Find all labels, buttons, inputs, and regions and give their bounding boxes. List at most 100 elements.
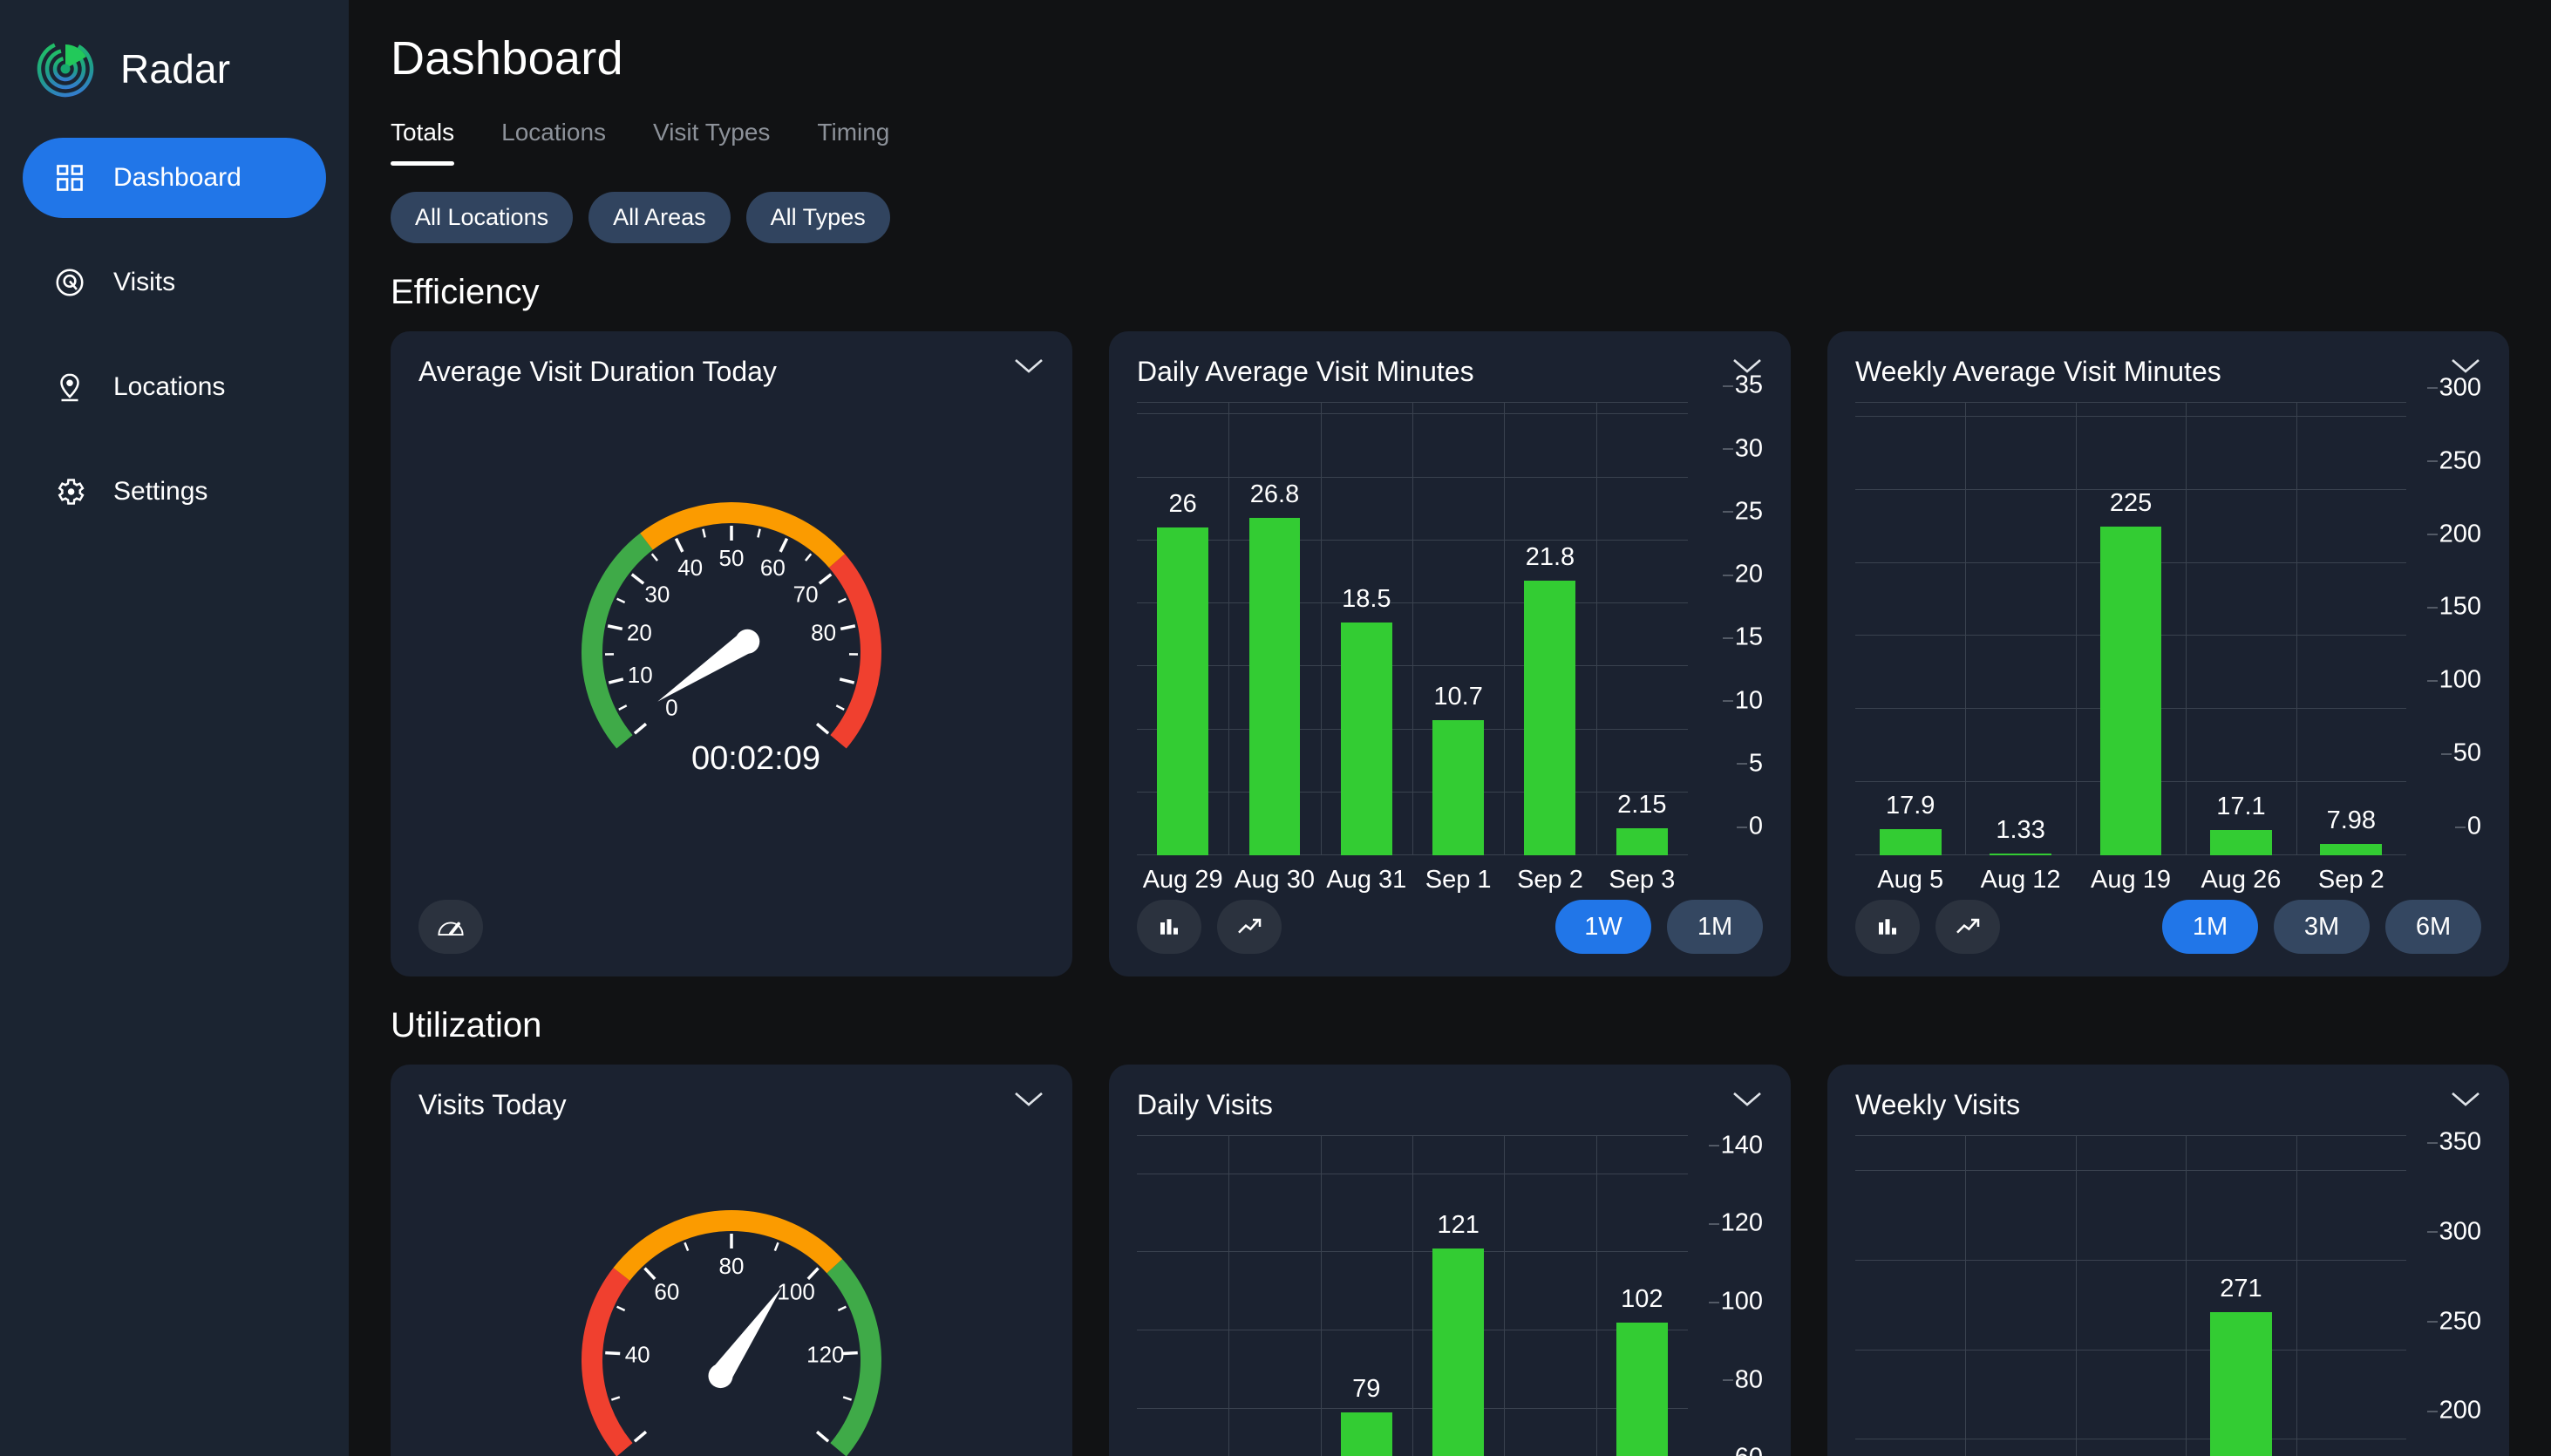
section-title-efficiency: Efficiency	[391, 273, 540, 311]
bar-group: 271 145	[1855, 1135, 2406, 1456]
bar[interactable]	[1990, 853, 2051, 855]
bar-chart-icon[interactable]	[1855, 900, 1920, 954]
bar[interactable]	[1340, 1412, 1392, 1456]
bar[interactable]	[2210, 1312, 2272, 1456]
bar[interactable]	[1616, 827, 1668, 855]
sidebar-item-visits[interactable]: Visits	[23, 242, 326, 323]
range-button-6m[interactable]: 6M	[2385, 900, 2481, 954]
bar-value-label: 18.5	[1342, 584, 1391, 613]
card-average-visit-duration: Average Visit Duration Today 0 10 20 30 40 50…	[391, 331, 1072, 976]
range-button-1m[interactable]: 1M	[2162, 900, 2258, 954]
sidebar-item-locations[interactable]: Locations	[23, 347, 326, 427]
card-header: Visits Today	[418, 1089, 1044, 1121]
svg-text:120: 120	[806, 1341, 844, 1367]
line-trend-icon[interactable]	[1217, 900, 1282, 954]
sidebar: Radar Dashboard Visits Locations Setting…	[0, 0, 349, 1456]
visits-target-icon	[51, 263, 89, 302]
bar-slot: 17.9	[1855, 402, 1965, 855]
tab-totals[interactable]: Totals	[391, 119, 455, 166]
bar-slot: 26.8	[1228, 402, 1320, 855]
bar[interactable]	[2210, 830, 2272, 855]
y-axis-tick: 120	[1708, 1208, 1763, 1237]
tab-visit-types[interactable]: Visit Types	[653, 119, 770, 166]
bar-slot: 225	[2076, 402, 2186, 855]
range-button-3m[interactable]: 3M	[2274, 900, 2370, 954]
x-axis-tick: Aug 12	[1980, 866, 2061, 894]
section-title-utilization: Utilization	[391, 1006, 542, 1044]
bar-group: 52 79 121 102	[1137, 1135, 1688, 1456]
filter-chip-all-types[interactable]: All Types	[745, 192, 890, 243]
x-axis-tick: Aug 19	[2091, 866, 2171, 894]
bar[interactable]	[2099, 526, 2162, 855]
bar-slot: 79	[1321, 1135, 1412, 1456]
bar-slot	[1504, 1135, 1595, 1456]
bar-value-label: 121	[1437, 1210, 1480, 1239]
svg-text:80: 80	[811, 619, 836, 645]
card-title: Average Visit Duration Today	[418, 356, 777, 387]
chevron-down-icon[interactable]	[1013, 356, 1044, 375]
efficiency-card-row: Average Visit Duration Today 0 10 20 30 40 50…	[391, 331, 2509, 976]
bar-slot: 17.1	[2186, 402, 2296, 855]
bar[interactable]	[1616, 1323, 1668, 1456]
plot-area: 26 26.8 18.5 10.7 21.8 2.15	[1137, 402, 1688, 855]
sidebar-item-settings[interactable]: Settings	[23, 452, 326, 532]
bar[interactable]	[1524, 581, 1576, 855]
y-axis-tick: 300	[2426, 1217, 2481, 1246]
chevron-down-icon[interactable]	[1013, 1089, 1044, 1108]
range-button-1w[interactable]: 1W	[1555, 900, 1651, 954]
range-button-1m[interactable]: 1M	[1667, 900, 1763, 954]
card-footer: 1W 1M	[1137, 900, 1763, 954]
bar-slot	[2076, 1135, 2186, 1456]
filter-chip-all-areas[interactable]: All Areas	[588, 192, 731, 243]
tab-locations[interactable]: Locations	[501, 119, 606, 166]
bar[interactable]	[1157, 527, 1209, 855]
card-title: Weekly Visits	[1855, 1089, 2021, 1120]
bar-value-label: 7.98	[2326, 806, 2377, 834]
bar-chart-icon[interactable]	[1137, 900, 1201, 954]
card-weekly-average-visit-minutes: Weekly Average Visit Minutes 17.9 1.33 225…	[1827, 331, 2509, 976]
y-axis-tick: 30	[1722, 434, 1763, 463]
bar[interactable]	[2320, 843, 2383, 855]
bar[interactable]	[1879, 828, 1942, 855]
bar-slot: 52	[1228, 1135, 1320, 1456]
chevron-down-icon[interactable]	[2450, 356, 2481, 375]
utilization-card-row: Visits Today 40 60 80 100 120 Daily Visits	[391, 1065, 2509, 1456]
svg-text:60: 60	[760, 554, 786, 580]
x-axis-tick: Aug 30	[1235, 866, 1315, 894]
card-title: Daily Visits	[1137, 1089, 1273, 1120]
y-axis-tick: 350	[2426, 1127, 2481, 1156]
bar[interactable]	[1248, 517, 1301, 855]
bar-group: 17.9 1.33 225 17.1 7.98	[1855, 402, 2406, 855]
bar[interactable]	[1432, 720, 1485, 855]
bar-value-label: 2.15	[1617, 790, 1667, 819]
bar-value-label: 102	[1621, 1285, 1663, 1314]
sidebar-item-label: Settings	[113, 477, 208, 506]
bar-slot	[1855, 1135, 1965, 1456]
svg-text:30: 30	[644, 581, 670, 607]
card-weekly-visits: Weekly Visits 271145 150200250300350	[1827, 1065, 2509, 1456]
bar-slot: 18.5	[1321, 402, 1412, 855]
bar-slot: 21.8	[1504, 402, 1595, 855]
bar-value-label: 10.7	[1433, 683, 1483, 711]
speedometer-icon[interactable]	[418, 900, 483, 954]
x-axis-tick: Sep 2	[1517, 866, 1583, 894]
bar-value-label: 26	[1168, 490, 1197, 519]
card-title: Visits Today	[418, 1089, 567, 1120]
sidebar-item-dashboard[interactable]: Dashboard	[23, 138, 326, 218]
bar[interactable]	[1340, 622, 1392, 855]
bar-group: 26 26.8 18.5 10.7 21.8 2.15	[1137, 402, 1688, 855]
bar-slot: 102	[1596, 1135, 1688, 1456]
x-axis-tick: Sep 3	[1609, 866, 1676, 894]
location-pin-icon	[51, 368, 89, 406]
svg-text:00:02:09: 00:02:09	[691, 740, 820, 777]
line-trend-icon[interactable]	[1935, 900, 2000, 954]
bar[interactable]	[1432, 1248, 1485, 1456]
card-header: Daily Visits	[1137, 1089, 1763, 1121]
bar-slot: 145	[2296, 1135, 2406, 1456]
chevron-down-icon[interactable]	[2450, 1089, 2481, 1108]
tab-timing[interactable]: Timing	[817, 119, 889, 166]
chevron-down-icon[interactable]	[1731, 1089, 1763, 1108]
bar-slot	[1137, 1135, 1228, 1456]
y-axis-tick: 250	[2426, 446, 2481, 475]
filter-chip-all-locations[interactable]: All Locations	[391, 192, 574, 243]
